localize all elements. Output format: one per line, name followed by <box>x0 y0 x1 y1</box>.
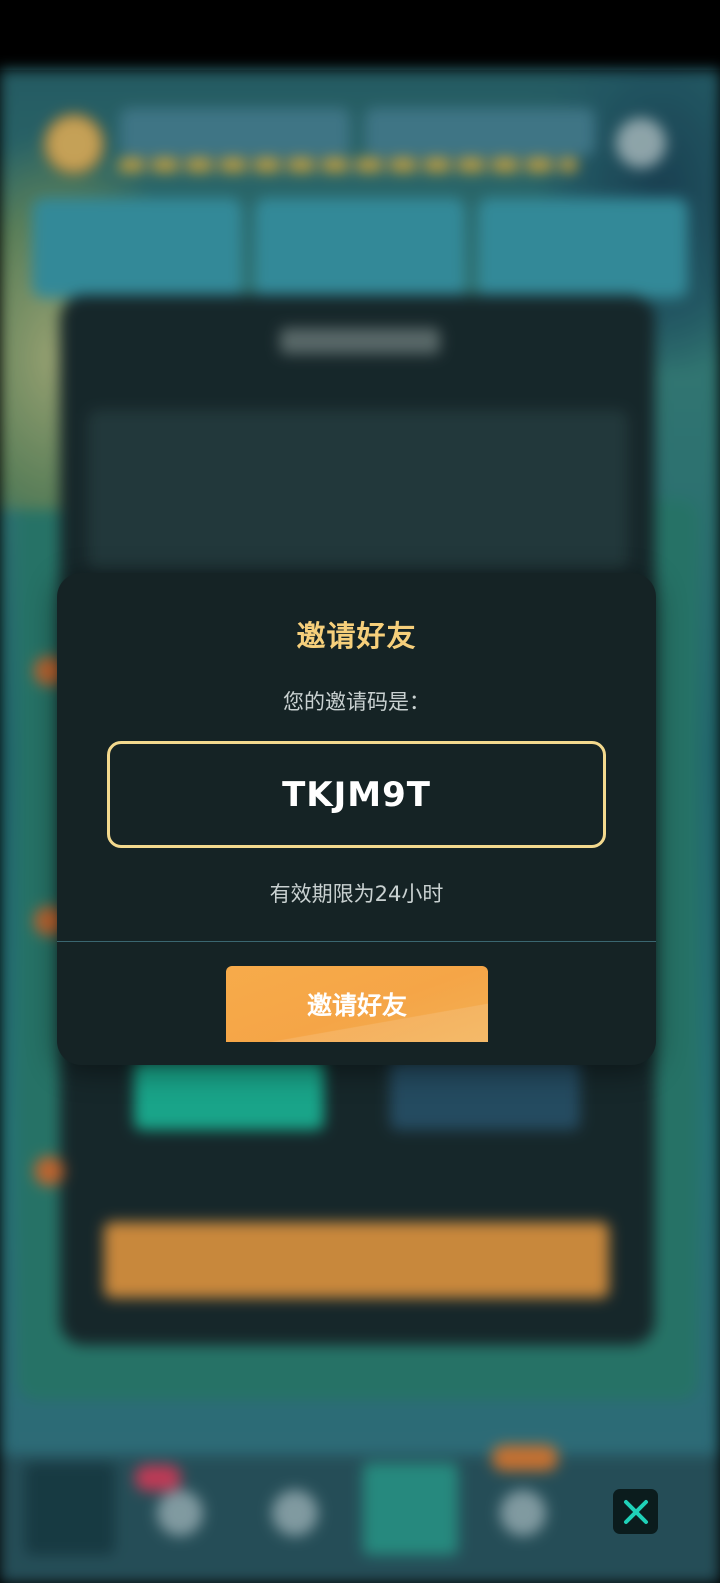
invite-friend-button[interactable]: 邀请好友 <box>226 966 488 1042</box>
invite-code[interactable]: TKJM9T <box>282 775 431 815</box>
app-screen: 邀请好友 您的邀请码是： TKJM9T 有效期限为24小时 邀请好友 <box>0 0 720 1583</box>
invite-friend-dialog: 邀请好友 您的邀请码是： TKJM9T 有效期限为24小时 邀请好友 <box>57 573 656 1065</box>
validity-note: 有效期限为24小时 <box>269 882 444 906</box>
invite-code-box[interactable]: TKJM9T <box>107 741 606 848</box>
divider <box>57 941 656 942</box>
close-icon <box>623 1499 648 1524</box>
close-button[interactable] <box>613 1489 658 1534</box>
invite-friend-button-label: 邀请好友 <box>306 991 407 1020</box>
invite-code-label: 您的邀请码是： <box>283 690 430 714</box>
dialog-title: 邀请好友 <box>296 619 417 653</box>
